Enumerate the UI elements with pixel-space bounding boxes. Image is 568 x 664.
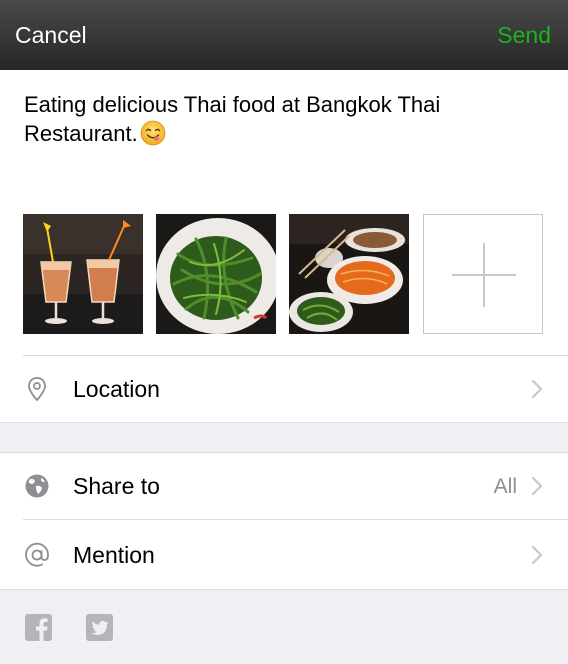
location-row[interactable]: Location xyxy=(0,356,568,422)
navigation-bar: Cancel Send xyxy=(0,0,568,70)
smiling-face-savoring-food-icon xyxy=(140,120,166,146)
cancel-button[interactable]: Cancel xyxy=(15,22,87,49)
at-sign-icon xyxy=(25,542,49,567)
location-label: Location xyxy=(73,376,160,402)
section-divider xyxy=(0,422,568,423)
photo-green-vegetables[interactable] xyxy=(156,214,276,334)
add-photo-button[interactable] xyxy=(423,214,543,334)
mention-row[interactable]: Mention xyxy=(0,520,568,590)
options-group: Share to All Mention xyxy=(0,453,568,590)
photo-thai-iced-tea[interactable] xyxy=(23,214,143,334)
chevron-right-icon xyxy=(531,379,543,399)
globe-icon xyxy=(25,474,49,498)
thai-dishes-table-image xyxy=(289,214,409,334)
twitter-icon[interactable] xyxy=(86,614,113,641)
share-to-value: All xyxy=(493,475,517,498)
chevron-right-icon xyxy=(531,545,543,565)
mention-label: Mention xyxy=(73,542,155,568)
location-pin-icon xyxy=(28,377,46,402)
send-button[interactable]: Send xyxy=(497,22,551,49)
green-vegetables-image xyxy=(156,214,276,334)
chevron-right-icon xyxy=(531,476,543,496)
plus-icon-vertical xyxy=(483,243,485,307)
share-to-label: Share to xyxy=(73,473,160,499)
section-divider xyxy=(0,589,568,590)
photo-thai-dishes-table[interactable] xyxy=(289,214,409,334)
post-text: Eating delicious Thai food at Bangkok Th… xyxy=(24,92,441,146)
compose-area: Eating delicious Thai food at Bangkok Th… xyxy=(0,70,568,423)
facebook-icon[interactable] xyxy=(25,614,52,641)
post-text-area[interactable]: Eating delicious Thai food at Bangkok Th… xyxy=(24,90,544,148)
thai-iced-tea-image xyxy=(23,214,143,334)
share-to-row[interactable]: Share to All xyxy=(0,453,568,519)
